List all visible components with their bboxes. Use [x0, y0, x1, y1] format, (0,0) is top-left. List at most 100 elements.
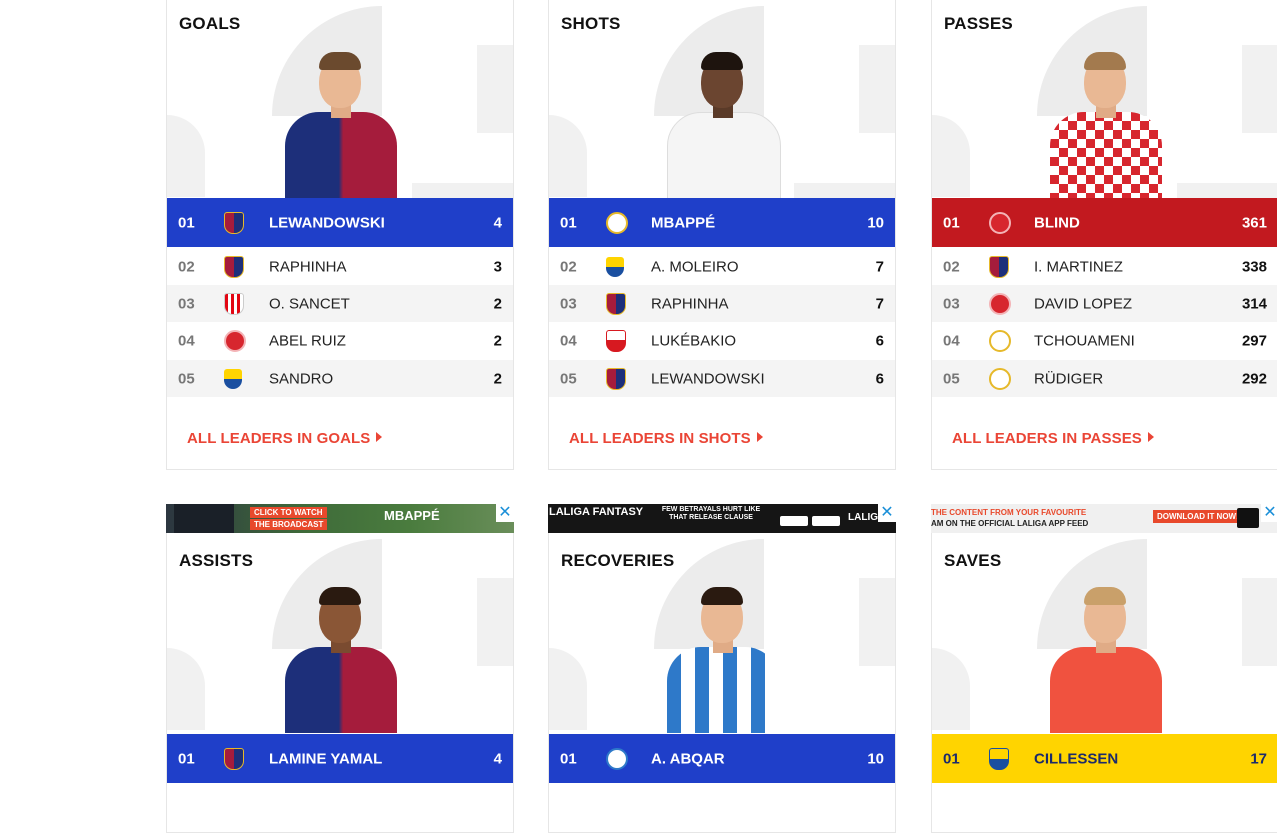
- athletic-crest-icon: [224, 292, 244, 315]
- player-photo[interactable]: [1044, 50, 1168, 198]
- player-name: A. ABQAR: [651, 750, 725, 767]
- ad-text: AM ON THE OFFICIAL LALIGA APP FEED: [931, 519, 1089, 528]
- bg-decoration: [167, 648, 205, 730]
- leader-row[interactable]: 01 LAMINE YAMAL 4: [167, 734, 513, 783]
- leader-row[interactable]: 01 LEWANDOWSKI 4: [167, 198, 513, 247]
- stat-title: PASSES: [944, 14, 1013, 33]
- player-name: LAMINE YAMAL: [269, 750, 383, 767]
- rank: 03: [178, 295, 195, 312]
- rank: 01: [943, 750, 960, 767]
- table-row[interactable]: 03 O. SANCET 2: [167, 285, 513, 322]
- ad-text: LALIGA FANTASY: [549, 506, 643, 518]
- player-photo[interactable]: [661, 50, 785, 200]
- stat-value: 297: [1241, 332, 1267, 349]
- caret-right-icon: [1147, 432, 1154, 442]
- bg-decoration: [477, 578, 513, 666]
- leader-row[interactable]: 01 A. ABQAR 10: [549, 734, 895, 783]
- player-name: A. MOLEIRO: [651, 258, 739, 275]
- recoveries-card: RECOVERIES 01 A. ABQAR 10: [548, 533, 896, 833]
- leader-row[interactable]: 01 CILLESSEN 17: [932, 734, 1277, 783]
- player-photo[interactable]: [1044, 585, 1168, 733]
- player-photo[interactable]: [661, 585, 785, 733]
- bg-decoration: [549, 115, 587, 197]
- ad-text: FANTASY: [592, 506, 644, 518]
- link-label: ALL LEADERS IN SHOTS: [569, 430, 751, 447]
- table-row[interactable]: 04 ABEL RUIZ 2: [167, 322, 513, 359]
- table-row[interactable]: 02 I. MARTINEZ 338: [932, 248, 1277, 285]
- player-name: BLIND: [1034, 214, 1080, 231]
- stat-value: 314: [1241, 295, 1267, 312]
- realmadrid-crest-icon: [606, 211, 628, 234]
- all-leaders-goals-link[interactable]: ALL LEADERS IN GOALS: [187, 430, 383, 447]
- bg-decoration: [794, 183, 895, 198]
- link-label: ALL LEADERS IN PASSES: [952, 430, 1142, 447]
- stat-title: RECOVERIES: [561, 551, 675, 570]
- rank: 04: [943, 332, 960, 349]
- table-row[interactable]: 04 LUKÉBAKIO 6: [549, 322, 895, 359]
- ad-banner[interactable]: CLICK TO WATCH THE BROADCAST MBAPPÉ ✕: [166, 504, 514, 533]
- laspalmas-crest-icon: [224, 368, 242, 389]
- player-name: SANDRO: [269, 370, 334, 387]
- table-row[interactable]: 03 RAPHINHA 7: [549, 285, 895, 322]
- player-photo[interactable]: [279, 50, 403, 198]
- app-store-icon: [1237, 508, 1259, 528]
- stat-value: 4: [493, 214, 502, 231]
- leader-row[interactable]: 01 MBAPPÉ 10: [549, 198, 895, 247]
- caret-right-icon: [756, 432, 763, 442]
- girona-crest-icon: [989, 211, 1011, 234]
- bg-decoration: [1242, 45, 1277, 133]
- stat-value: 7: [875, 295, 884, 312]
- player-name: LEWANDOWSKI: [269, 214, 385, 231]
- player-name: ABEL RUIZ: [269, 332, 346, 349]
- rank: 03: [560, 295, 577, 312]
- player-name: LUKÉBAKIO: [651, 332, 737, 349]
- bg-decoration: [859, 578, 895, 666]
- bg-decoration: [1242, 578, 1277, 666]
- stat-value: 2: [493, 370, 502, 387]
- table-row[interactable]: 02 A. MOLEIRO 7: [549, 248, 895, 285]
- barcelona-crest-icon: [989, 255, 1009, 278]
- player-name: RAPHINHA: [269, 258, 347, 275]
- stat-value: 338: [1241, 258, 1267, 275]
- ad-banner[interactable]: LALIGA FANTASY FEW BETRAYALS HURT LIKE T…: [548, 504, 896, 533]
- close-icon[interactable]: ✕: [496, 504, 514, 522]
- player-name: I. MARTINEZ: [1034, 258, 1123, 275]
- alaves-crest-icon: [606, 747, 628, 770]
- barcelona-crest-icon: [224, 747, 244, 770]
- rank: 04: [560, 332, 577, 349]
- table-row[interactable]: 05 SANDRO 2: [167, 360, 513, 397]
- ad-banner[interactable]: THE CONTENT FROM YOUR FAVOURITE AM ON TH…: [931, 504, 1277, 533]
- rank: 02: [943, 258, 960, 275]
- realmadrid-crest-icon: [989, 367, 1011, 390]
- player-photo[interactable]: [279, 585, 403, 733]
- stat-value: 10: [867, 750, 884, 767]
- bg-decoration: [167, 115, 205, 197]
- rank: 05: [560, 370, 577, 387]
- stat-value: 17: [1250, 750, 1267, 767]
- all-leaders-passes-link[interactable]: ALL LEADERS IN PASSES: [952, 430, 1154, 447]
- stat-title: ASSISTS: [179, 551, 254, 570]
- table-row[interactable]: 05 RÜDIGER 292: [932, 360, 1277, 397]
- player-name: DAVID LOPEZ: [1034, 295, 1133, 312]
- all-leaders-shots-link[interactable]: ALL LEADERS IN SHOTS: [569, 430, 763, 447]
- close-icon[interactable]: ✕: [1261, 504, 1277, 522]
- leader-row[interactable]: 01 BLIND 361: [932, 198, 1277, 247]
- google-play-icon: [780, 516, 808, 526]
- rank: 03: [943, 295, 960, 312]
- rank: 05: [943, 370, 960, 387]
- player-name: CILLESSEN: [1034, 750, 1119, 767]
- close-icon[interactable]: ✕: [878, 504, 896, 522]
- stat-value: 10: [867, 214, 884, 231]
- shots-card: SHOTS 01 MBAPPÉ 10 02 A. MOLEIRO 7 03 RA…: [548, 0, 896, 470]
- bg-decoration: [1177, 183, 1277, 198]
- table-row[interactable]: 02 RAPHINHA 3: [167, 248, 513, 285]
- table-row[interactable]: 03 DAVID LOPEZ 314: [932, 285, 1277, 322]
- ad-text: THE BROADCAST: [250, 519, 328, 530]
- rank: 01: [560, 214, 577, 231]
- barcelona-crest-icon: [606, 292, 626, 315]
- table-row[interactable]: 04 TCHOUAMENI 297: [932, 322, 1277, 359]
- rank: 02: [560, 258, 577, 275]
- stat-value: 361: [1241, 214, 1267, 231]
- goals-card: GOALS 01 LEWANDOWSKI 4 02 RAPHINHA 3 03 …: [166, 0, 514, 470]
- table-row[interactable]: 05 LEWANDOWSKI 6: [549, 360, 895, 397]
